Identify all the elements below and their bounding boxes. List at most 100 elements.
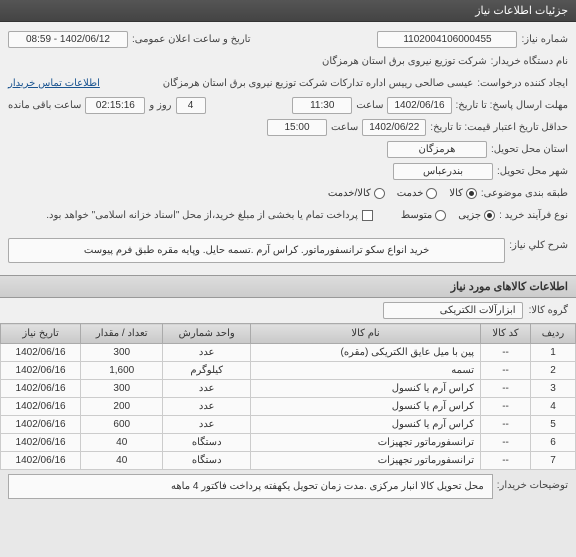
cell-code: -- xyxy=(481,380,531,398)
validity-date: 1402/06/22 xyxy=(362,119,426,136)
validity-time: 15:00 xyxy=(267,119,327,136)
payment-note: پرداخت تمام یا بخشی از مبلغ خرید،از محل … xyxy=(46,210,358,221)
table-row: 5--کراس آرم یا کنسولعدد6001402/06/16 xyxy=(1,416,576,434)
cell-date: 1402/06/16 xyxy=(1,380,81,398)
buyer-note-label: توضیحات خریدار: xyxy=(497,474,568,491)
process-label: نوع فرآیند خرید : xyxy=(499,210,568,221)
days-value: 4 xyxy=(176,97,206,114)
remain-time: 02:15:16 xyxy=(85,97,145,114)
buyer-value: شرکت توزیع نیروی برق استان هرمزگان xyxy=(322,56,487,67)
contact-link[interactable]: اطلاعات تماس خریدار xyxy=(8,78,100,89)
cell-n: 3 xyxy=(531,380,576,398)
deadline-date: 1402/06/16 xyxy=(387,97,451,114)
cell-date: 1402/06/16 xyxy=(1,362,81,380)
cell-unit: عدد xyxy=(163,416,251,434)
cell-code: -- xyxy=(481,398,531,416)
details-form: شماره نیاز: 1102004106000455 تاریخ و ساع… xyxy=(0,22,576,275)
cell-n: 6 xyxy=(531,434,576,452)
validity-label: حداقل تاریخ اعتبار قیمت: تا تاریخ: xyxy=(430,122,568,133)
pub-date-value: 1402/06/12 - 08:59 xyxy=(8,31,128,48)
cell-unit: کیلوگرم xyxy=(163,362,251,380)
need-no-label: شماره نیاز: xyxy=(521,34,568,45)
city-value: بندرعباس xyxy=(393,163,493,180)
cell-qty: 200 xyxy=(81,398,163,416)
cell-qty: 600 xyxy=(81,416,163,434)
need-no-value: 1102004106000455 xyxy=(377,31,517,48)
group-value: ابزارآلات الکتریکی xyxy=(383,302,523,319)
th-code: کد کالا xyxy=(481,324,531,344)
cell-unit: دستگاه xyxy=(163,452,251,470)
deadline-label: مهلت ارسال پاسخ: تا تاریخ: xyxy=(456,100,568,111)
cell-code: -- xyxy=(481,416,531,434)
th-name: نام کالا xyxy=(251,324,481,344)
payment-checkbox[interactable] xyxy=(362,210,373,221)
radio-icon xyxy=(466,188,477,199)
cell-qty: 40 xyxy=(81,452,163,470)
cell-n: 7 xyxy=(531,452,576,470)
cell-unit: عدد xyxy=(163,398,251,416)
group-row: گروه کالا: ابزارآلات الکتریکی xyxy=(0,298,576,323)
cell-qty: 1,600 xyxy=(81,362,163,380)
cell-qty: 40 xyxy=(81,434,163,452)
page-title: جزئیات اطلاعات نیاز xyxy=(475,5,568,17)
time-label-2: ساعت xyxy=(331,122,358,133)
table-row: 7--ترانسفورماتور تجهیزاتدستگاه401402/06/… xyxy=(1,452,576,470)
radio-khadamat[interactable]: خدمت xyxy=(397,188,438,199)
th-row: ردیف xyxy=(531,324,576,344)
table-row: 3--کراس آرم یا کنسولعدد3001402/06/16 xyxy=(1,380,576,398)
deadline-time: 11:30 xyxy=(292,97,352,114)
table-row: 6--ترانسفورماتور تجهیزاتدستگاه401402/06/… xyxy=(1,434,576,452)
cell-unit: عدد xyxy=(163,380,251,398)
pub-date-label: تاریخ و ساعت اعلان عمومی: xyxy=(132,34,251,45)
buyer-note-value: محل تحویل کالا انبار مرکزی .مدت زمان تحو… xyxy=(8,474,493,499)
days-label: روز و xyxy=(149,100,171,111)
process-radio-group: جزیی متوسط xyxy=(401,210,495,221)
radio-both[interactable]: کالا/خدمت xyxy=(328,188,385,199)
category-label: طبقه بندی موضوعی: xyxy=(481,188,568,199)
th-date: تاریخ نیاز xyxy=(1,324,81,344)
cell-date: 1402/06/16 xyxy=(1,452,81,470)
table-row: 4--کراس آرم یا کنسولعدد2001402/06/16 xyxy=(1,398,576,416)
group-label: گروه کالا: xyxy=(529,305,568,316)
cell-n: 5 xyxy=(531,416,576,434)
cell-qty: 300 xyxy=(81,344,163,362)
radio-icon xyxy=(426,188,437,199)
cell-name: کراس آرم یا کنسول xyxy=(251,416,481,434)
cell-name: کراس آرم یا کنسول xyxy=(251,380,481,398)
cell-code: -- xyxy=(481,362,531,380)
radio-icon xyxy=(484,210,495,221)
cell-name: کراس آرم یا کنسول xyxy=(251,398,481,416)
cell-n: 1 xyxy=(531,344,576,362)
requester-value: عیسی صالحی رییس اداره تدارکات شرکت توزیع… xyxy=(163,78,474,89)
page-header: جزئیات اطلاعات نیاز xyxy=(0,0,576,22)
cell-name: ترانسفورماتور تجهیزات xyxy=(251,434,481,452)
cell-qty: 300 xyxy=(81,380,163,398)
radio-icon xyxy=(435,210,446,221)
radio-medium[interactable]: متوسط xyxy=(401,210,446,221)
table-row: 2--تسمهکیلوگرم1,6001402/06/16 xyxy=(1,362,576,380)
cell-date: 1402/06/16 xyxy=(1,434,81,452)
desc-value: خرید انواع سکو ترانسفورماتور. کراس آرم .… xyxy=(8,238,505,263)
desc-label: شرح کلي نیاز: xyxy=(509,234,568,251)
cell-name: تسمه xyxy=(251,362,481,380)
cell-name: پین با میل عایق الکتریکی (مقره) xyxy=(251,344,481,362)
time-label-1: ساعت xyxy=(356,100,383,111)
cell-unit: عدد xyxy=(163,344,251,362)
requester-label: ایجاد کننده درخواست: xyxy=(477,78,568,89)
category-radio-group: کالا خدمت کالا/خدمت xyxy=(328,188,477,199)
cell-n: 4 xyxy=(531,398,576,416)
cell-code: -- xyxy=(481,434,531,452)
radio-partial[interactable]: جزیی xyxy=(458,210,495,221)
items-table: ردیف کد کالا نام کالا واحد شمارش تعداد /… xyxy=(0,323,576,470)
cell-code: -- xyxy=(481,344,531,362)
th-qty: تعداد / مقدار xyxy=(81,324,163,344)
items-section-title: اطلاعات کالاهای مورد نیاز xyxy=(0,275,576,298)
cell-unit: دستگاه xyxy=(163,434,251,452)
radio-icon xyxy=(374,188,385,199)
cell-code: -- xyxy=(481,452,531,470)
radio-kala[interactable]: کالا xyxy=(449,188,477,199)
cell-date: 1402/06/16 xyxy=(1,416,81,434)
province-value: هرمزگان xyxy=(387,141,487,158)
remain-label: ساعت باقی مانده xyxy=(8,100,81,111)
cell-date: 1402/06/16 xyxy=(1,344,81,362)
